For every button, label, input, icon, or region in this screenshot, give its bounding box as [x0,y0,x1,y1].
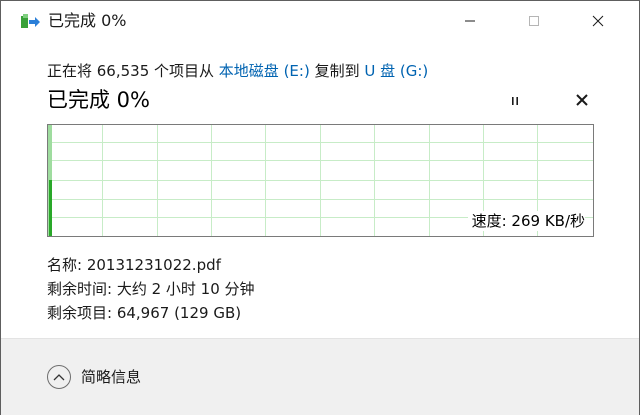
copy-progress-dialog: 已完成 0% 正在将 66,535 个项目从 本地磁盘 (E:) 复制到 U 盘… [0,0,640,415]
title-bar[interactable]: 已完成 0% [1,1,639,41]
source-link[interactable]: 本地磁盘 (E:) [219,62,310,80]
chevron-up-icon [47,365,71,389]
fewer-details-toggle[interactable]: 简略信息 [47,363,141,391]
speed-graph: 速度: 269 KB/秒 [47,124,594,237]
dialog-footer: 简略信息 [1,338,639,415]
file-name-row: 名称: 20131231022.pdf [47,256,221,274]
minimize-button[interactable] [447,1,493,41]
window-title: 已完成 0% [48,11,127,30]
close-icon [592,12,604,31]
cancel-button[interactable] [568,89,596,113]
items-remaining-row: 剩余项目: 64,967 (129 GB) [47,304,242,322]
destination-link[interactable]: U 盘 (G:) [364,62,428,80]
copy-prefix-text: 正在将 66,535 个项目从 [47,62,219,80]
close-window-button[interactable] [575,1,621,41]
speed-bar [49,180,52,236]
maximize-icon [528,12,540,31]
minimize-icon [464,12,476,31]
copy-middle-text: 复制到 [309,62,365,80]
speed-label: 速度: 269 KB/秒 [467,211,585,231]
status-title: 已完成 0% [47,88,150,112]
time-remaining-row: 剩余时间: 大约 2 小时 10 分钟 [47,280,255,298]
close-icon [575,92,589,111]
details-panel: 名称: 20131231022.pdf 剩余时间: 大约 2 小时 10 分钟 … [47,253,255,325]
pause-button[interactable] [501,89,529,113]
fewer-details-label: 简略信息 [81,368,142,386]
maximize-button[interactable] [511,1,557,41]
pause-icon [509,92,521,111]
file-copy-icon [21,14,43,30]
copy-description: 正在将 66,535 个项目从 本地磁盘 (E:) 复制到 U 盘 (G:) [47,61,428,81]
